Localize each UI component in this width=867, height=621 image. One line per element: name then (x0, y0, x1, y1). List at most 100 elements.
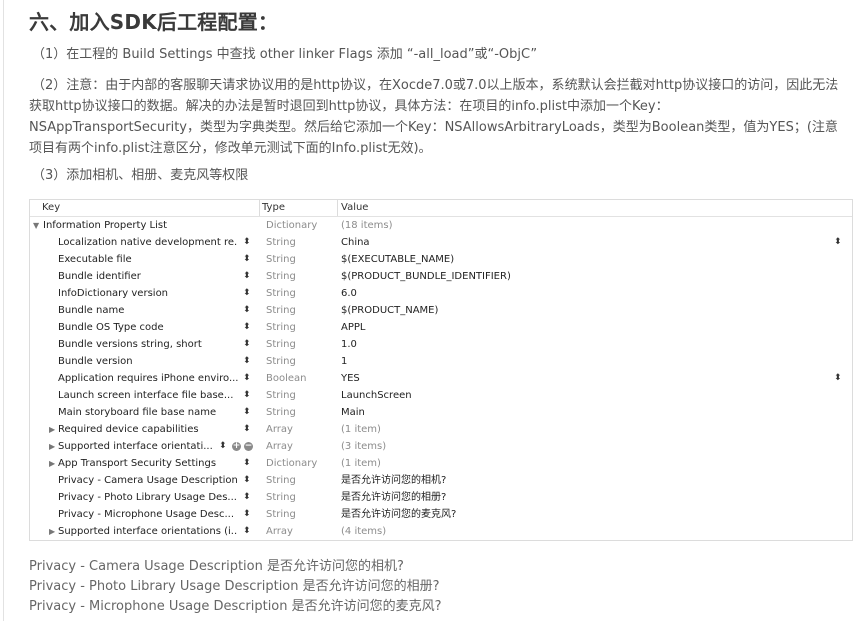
plist-header: Key Type Value (30, 200, 852, 217)
plist-value[interactable]: (4 items) (341, 523, 386, 540)
plist-value[interactable]: APPL (341, 319, 365, 336)
stepper-icon[interactable]: ⬍ (243, 370, 251, 387)
plist-type: String (266, 475, 296, 486)
plist-row[interactable]: Bundle identifier ⬍ String $(PRODUCT_BUNDLE… (30, 268, 852, 285)
stepper-icon[interactable]: ⬍ (243, 302, 251, 319)
disclosure-triangle-icon[interactable]: ▼ (33, 217, 39, 234)
plist-value[interactable]: 1 (341, 353, 347, 370)
plist-value[interactable]: 是否允许访问您的相册? (341, 489, 446, 506)
plist-type: String (266, 271, 296, 282)
plist-value[interactable]: (1 item) (341, 421, 381, 438)
stepper-icon[interactable]: ⬍ (243, 489, 251, 506)
stepper-icon[interactable]: ⬍ (243, 455, 251, 472)
page-left-border (3, 0, 4, 621)
stepper-icon[interactable]: ⬍ (243, 404, 251, 421)
plist-row[interactable]: Bundle version ⬍ String 1 (30, 353, 852, 370)
plist-value[interactable]: 1.0 (341, 336, 357, 353)
disclosure-triangle-icon[interactable]: ▶ (49, 523, 55, 540)
plist-header-value[interactable]: Value (341, 202, 368, 213)
plist-key: Required device capabilities (58, 424, 199, 435)
plist-row[interactable]: Application requires iPhone enviro... ⬍ Bo… (30, 370, 852, 387)
plist-type: Array (266, 424, 293, 435)
plist-value[interactable]: China (341, 234, 370, 251)
stepper-icon[interactable]: ⬍ (243, 506, 251, 523)
stepper-icon[interactable]: ⬍ (243, 251, 251, 268)
remove-circle-icon[interactable]: − (244, 442, 253, 451)
plist-value[interactable]: 是否允许访问您的麦克风? (341, 506, 456, 523)
plist-type: Dictionary (266, 458, 318, 469)
plist-type: Array (266, 526, 293, 537)
plist-value[interactable]: $(EXECUTABLE_NAME) (341, 251, 454, 268)
footer-line-photo: Privacy - Photo Library Usage Descriptio… (29, 579, 440, 594)
plist-row[interactable]: ▶ App Transport Security Settings ⬍ Diction… (30, 455, 852, 472)
stepper-icon[interactable]: ⬍ (219, 438, 227, 455)
plist-row[interactable]: Privacy - Photo Library Usage Des... ⬍ Str… (30, 489, 852, 506)
plist-value: (18 items) (341, 220, 393, 231)
stepper-icon[interactable]: ⬍ (834, 234, 842, 251)
plist-key: Bundle versions string, short (58, 339, 202, 350)
paragraph-http-note: （2）注意：由于内部的客服聊天请求协议用的是http协议，在Xocde7.0或7… (29, 78, 839, 156)
plist-key: Bundle OS Type code (58, 322, 164, 333)
stepper-icon[interactable]: ⬍ (243, 523, 251, 540)
plist-type: String (266, 254, 296, 265)
stepper-icon[interactable]: ⬍ (243, 285, 251, 302)
plist-key: Privacy - Microphone Usage Desc... (58, 509, 234, 520)
paragraph-permissions: （3）添加相机、相册、麦克风等权限 (32, 168, 249, 183)
plist-row[interactable]: InfoDictionary version ⬍ String 6.0 (30, 285, 852, 302)
stepper-icon[interactable]: ⬍ (243, 234, 251, 251)
plist-type: Boolean (266, 373, 307, 384)
plist-value[interactable]: Main (341, 404, 365, 421)
disclosure-triangle-icon[interactable]: ▶ (49, 438, 55, 455)
plist-value[interactable]: YES (341, 370, 360, 387)
plist-value[interactable]: 6.0 (341, 285, 357, 302)
stepper-icon[interactable]: ⬍ (243, 421, 251, 438)
plist-root-row[interactable]: ▼ Information Property List Dictionary (… (30, 217, 852, 234)
plist-row[interactable]: Executable file ⬍ String $(EXECUTABLE_NAME) (30, 251, 852, 268)
plist-value[interactable]: LaunchScreen (341, 387, 412, 404)
plist-type: String (266, 339, 296, 350)
column-separator (259, 200, 260, 216)
plist-key: Privacy - Camera Usage Description (58, 475, 238, 486)
plist-type: Array (266, 441, 293, 452)
plist-type: String (266, 509, 296, 520)
plist-row[interactable]: Bundle versions string, short ⬍ String 1.0 (30, 336, 852, 353)
stepper-icon[interactable]: ⬍ (243, 353, 251, 370)
plist-row[interactable]: Privacy - Camera Usage Description ⬍ Strin… (30, 472, 852, 489)
plist-key: Bundle identifier (58, 271, 141, 282)
disclosure-triangle-icon[interactable]: ▶ (49, 421, 55, 438)
plist-row[interactable]: Bundle name ⬍ String $(PRODUCT_NAME) (30, 302, 852, 319)
plist-row[interactable]: Privacy - Microphone Usage Desc... ⬍ Strin… (30, 506, 852, 523)
plist-key: Bundle name (58, 305, 125, 316)
plist-row[interactable]: ▶ Supported interface orientations (i... ⬍… (30, 523, 852, 540)
column-separator (337, 200, 338, 216)
plist-value[interactable]: (1 item) (341, 455, 381, 472)
stepper-icon[interactable]: ⬍ (834, 370, 842, 387)
plist-row[interactable]: ▶ Required device capabilities ⬍ Array (1 it… (30, 421, 852, 438)
plist-header-key[interactable]: Key (42, 202, 60, 213)
plist-type: String (266, 305, 296, 316)
add-circle-icon[interactable]: + (232, 442, 241, 451)
plist-key: Localization native development re... (58, 237, 238, 248)
stepper-icon[interactable]: ⬍ (243, 387, 251, 404)
plist-row[interactable]: ▶ Supported interface orientati... ⬍ + − Arra… (30, 438, 852, 455)
plist-row[interactable]: Bundle OS Type code ⬍ String APPL (30, 319, 852, 336)
plist-key: Application requires iPhone enviro... (58, 373, 238, 384)
plist-value[interactable]: (3 items) (341, 438, 386, 455)
stepper-icon[interactable]: ⬍ (243, 472, 251, 489)
plist-editor-screenshot: Key Type Value ▼ Information Property Li… (29, 199, 853, 541)
plist-value[interactable]: 是否允许访问您的相机? (341, 472, 446, 489)
plist-type: String (266, 492, 296, 503)
plist-row[interactable]: Launch screen interface file base... ⬍ Str… (30, 387, 852, 404)
plist-header-type[interactable]: Type (262, 202, 285, 213)
plist-key: Executable file (58, 254, 132, 265)
disclosure-triangle-icon[interactable]: ▶ (49, 455, 55, 472)
plist-value[interactable]: $(PRODUCT_NAME) (341, 302, 438, 319)
section-heading: 六、加入SDK后工程配置： (29, 10, 279, 34)
plist-value[interactable]: $(PRODUCT_BUNDLE_IDENTIFIER) (341, 268, 511, 285)
plist-row[interactable]: Main storyboard file base name ⬍ String Mai… (30, 404, 852, 421)
plist-row[interactable]: Localization native development re... ⬍ St… (30, 234, 852, 251)
stepper-icon[interactable]: ⬍ (243, 268, 251, 285)
plist-type: String (266, 407, 296, 418)
stepper-icon[interactable]: ⬍ (243, 319, 251, 336)
stepper-icon[interactable]: ⬍ (243, 336, 251, 353)
